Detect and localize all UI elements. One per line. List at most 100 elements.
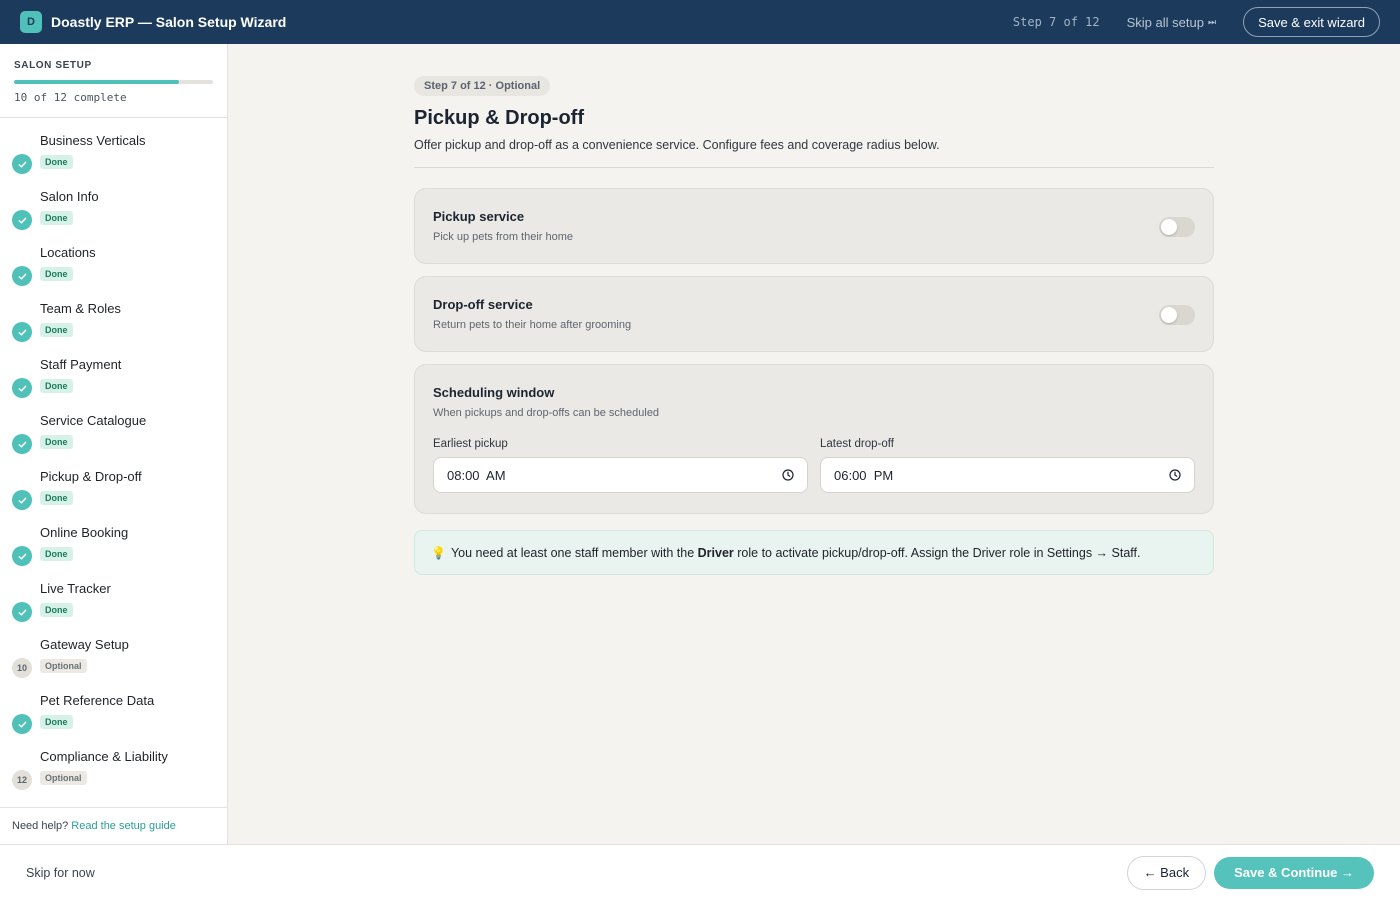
app-title: Doastly ERP — Salon Setup Wizard (51, 14, 287, 30)
latest-dropoff-value: 06:00 PM (834, 467, 894, 483)
latest-dropoff-label: Latest drop-off (820, 438, 894, 450)
sidebar-help: Need help? Read the setup guide (0, 807, 227, 844)
latest-dropoff-input[interactable]: 06:00 PM (820, 457, 1195, 493)
skip-for-now-button[interactable]: Skip for now (26, 866, 95, 880)
dropoff-service-title: Drop-off service (433, 297, 533, 312)
check-icon (12, 210, 32, 230)
sidebar-step-service-catalogue[interactable]: Service Catalogue Done (0, 408, 227, 464)
sidebar-step-label: Pickup & Drop-off (40, 469, 142, 484)
check-icon (12, 714, 32, 734)
scheduling-window-title: Scheduling window (433, 385, 555, 400)
sidebar-step-business-verticals[interactable]: Business Verticals Done (0, 128, 227, 184)
sidebar-step-label: Business Verticals (40, 133, 146, 148)
sidebar-step-label: Compliance & Liability (40, 749, 168, 764)
pickup-service-card: Pickup service Pick up pets from their h… (414, 188, 1214, 264)
check-icon (12, 490, 32, 510)
note-text-before: You need at least one staff member with … (450, 545, 698, 560)
status-badge: Done (40, 547, 73, 561)
dropoff-service-toggle[interactable] (1159, 305, 1195, 325)
earliest-pickup-input[interactable]: 08:00 AM (433, 457, 808, 493)
status-badge: Done (40, 379, 73, 393)
earliest-pickup-value: 08:00 AM (447, 467, 506, 483)
sidebar-step-label: Locations (40, 245, 96, 260)
help-text: Need help? (12, 820, 69, 832)
sidebar-step-pickup-and-drop-off[interactable]: Pickup & Drop-off Done (0, 464, 227, 520)
sidebar-step-locations[interactable]: Locations Done (0, 240, 227, 296)
pickup-service-title: Pickup service (433, 209, 525, 224)
sidebar-step-label: Live Tracker (40, 581, 111, 596)
earliest-pickup-label: Earliest pickup (433, 438, 508, 450)
dropoff-service-subtitle: Return pets to their home after grooming (433, 319, 632, 331)
check-icon (12, 434, 32, 454)
check-icon (12, 266, 32, 286)
status-badge: Optional (40, 659, 87, 673)
progress-count: 10 of 12 complete (14, 91, 127, 104)
sidebar-step-label: Online Booking (40, 525, 129, 540)
setup-guide-link[interactable]: Read the setup guide (71, 820, 176, 832)
sidebar-step-label: Gateway Setup (40, 637, 129, 652)
dropoff-service-card: Drop-off service Return pets to their ho… (414, 276, 1214, 352)
divider (414, 167, 1214, 168)
status-badge: Done (40, 211, 73, 225)
step-counter: Step 7 of 12 (1012, 15, 1100, 29)
status-badge: Optional (40, 771, 87, 785)
back-button[interactable]: ← Back (1126, 855, 1207, 890)
driver-role-note: 💡 You need at least one staff member wit… (414, 530, 1214, 575)
pickup-service-subtitle: Pick up pets from their home (433, 231, 574, 243)
check-icon (12, 602, 32, 622)
sidebar-step-gateway-setup[interactable]: 10 Gateway Setup Optional (0, 632, 227, 688)
setup-progress-fill (14, 80, 180, 84)
step-pill: Step 7 of 12 · Optional (414, 76, 551, 96)
status-badge: Done (40, 491, 73, 505)
sidebar-step-live-tracker[interactable]: Live Tracker Done (0, 576, 227, 632)
sidebar-header: SALON SETUP 10 of 12 complete (0, 44, 227, 118)
lightbulb-icon: 💡 (431, 545, 446, 560)
check-icon (12, 546, 32, 566)
note-text-after: role to activate pickup/drop-off. Assign… (733, 545, 1141, 560)
fast-forward-icon: ⏭ (1207, 16, 1216, 27)
check-icon (12, 378, 32, 398)
sidebar-step-label: Pet Reference Data (40, 693, 155, 708)
sidebar-step-online-booking[interactable]: Online Booking Done (0, 520, 227, 576)
note-text-bold: Driver (697, 545, 734, 560)
save-continue-button[interactable]: Save & Continue → (1214, 856, 1374, 889)
step-list: Business Verticals Done Salon Info Done Loca… (0, 118, 227, 800)
clock-icon[interactable] (1169, 469, 1181, 481)
earliest-pickup-field: Earliest pickup 08:00 AM (433, 438, 808, 493)
sidebar-step-compliance-and-liability[interactable]: 12 Compliance & Liability Optional (0, 744, 227, 800)
pickup-service-toggle[interactable] (1159, 217, 1195, 237)
skip-all-setup-button[interactable]: Skip all setup ⏭ (1126, 14, 1216, 30)
status-badge: Done (40, 603, 73, 617)
save-exit-wizard-button[interactable]: Save & exit wizard (1243, 7, 1380, 37)
sidebar-step-label: Salon Info (40, 189, 99, 204)
top-bar: D Doastly ERP — Salon Setup Wizard Step … (0, 0, 1400, 44)
check-icon (12, 154, 32, 174)
sidebar-step-label: Service Catalogue (40, 413, 147, 428)
latest-dropoff-field: Latest drop-off 06:00 PM (820, 438, 1195, 493)
page-title: Pickup & Drop-off (414, 107, 584, 129)
status-badge: Done (40, 435, 73, 449)
sidebar-step-label: Staff Payment (40, 357, 122, 372)
wizard-footer: Skip for now ← Back Save & Continue → (0, 844, 1400, 900)
page-description: Offer pickup and drop-off as a convenien… (414, 138, 940, 152)
sidebar-step-salon-info[interactable]: Salon Info Done (0, 184, 227, 240)
sidebar-step-pet-reference-data[interactable]: Pet Reference Data Done (0, 688, 227, 744)
setup-sidebar: SALON SETUP 10 of 12 complete Business V… (0, 44, 228, 844)
sidebar-step-staff-payment[interactable]: Staff Payment Done (0, 352, 227, 408)
main-content: Step 7 of 12 · Optional Pickup & Drop-of… (414, 76, 1214, 575)
clock-icon[interactable] (782, 469, 794, 481)
toggle-knob (1161, 219, 1177, 235)
scheduling-window-card: Scheduling window When pickups and drop-… (414, 364, 1214, 514)
step-number: 12 (12, 770, 32, 790)
step-number: 10 (12, 658, 32, 678)
sidebar-step-label: Team & Roles (40, 301, 121, 316)
sidebar-title: SALON SETUP (14, 60, 92, 71)
status-badge: Done (40, 323, 73, 337)
status-badge: Done (40, 267, 73, 281)
sidebar-step-team-and-roles[interactable]: Team & Roles Done (0, 296, 227, 352)
status-badge: Done (40, 155, 73, 169)
status-badge: Done (40, 715, 73, 729)
setup-progress-bar (14, 80, 213, 84)
skip-all-label: Skip all setup (1126, 14, 1204, 30)
check-icon (12, 322, 32, 342)
